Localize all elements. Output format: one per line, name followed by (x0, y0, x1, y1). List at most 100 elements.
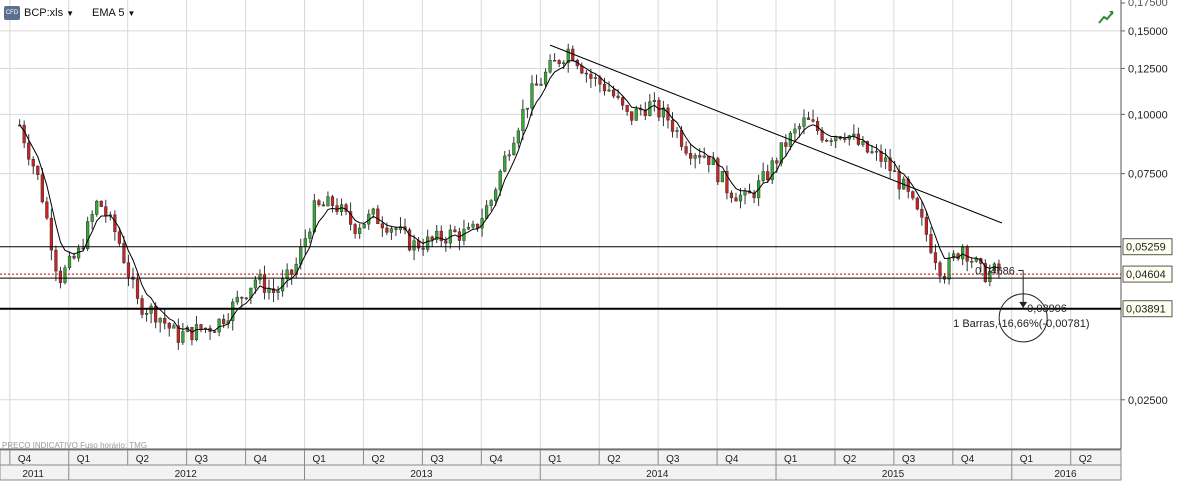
candle-body (593, 77, 598, 79)
symbol-selector[interactable]: BCP:xls ▼ (24, 7, 74, 19)
candle-body (861, 141, 865, 145)
candle-body (811, 119, 815, 122)
x-year-label: 2014 (646, 469, 669, 480)
candle-body (933, 252, 938, 264)
y-tick-label-partial: 0,17500 (1128, 0, 1168, 9)
candle-body (86, 221, 90, 249)
chevron-down-icon: ▼ (66, 8, 75, 18)
candle-body (190, 326, 194, 341)
candle-body (240, 296, 244, 299)
chart-root: 0,02500 0,07500 0,10000 0,12500 0,15000 0,175… (0, 0, 1197, 481)
measure-result-label: 1 Barras,-16,66%(-0,00781) (953, 318, 1089, 330)
candle-body (947, 257, 951, 280)
candle-body (466, 226, 471, 230)
y-tick-label: 0,12500 (1128, 63, 1168, 75)
candle-body (698, 155, 702, 158)
candle-body (589, 73, 593, 79)
x-quarter-label: Q1 (313, 454, 327, 465)
candle-body (45, 201, 49, 219)
candle-body (95, 200, 99, 215)
x-year-label: 2013 (410, 469, 433, 480)
candle-body (117, 231, 121, 244)
candle-body (734, 197, 738, 202)
candle-body (611, 89, 616, 97)
candle-body (421, 247, 425, 250)
candle-body (775, 160, 779, 164)
candle-body (412, 240, 416, 251)
candle-body (58, 270, 63, 283)
candle-body (362, 223, 366, 229)
candle-body (163, 317, 167, 324)
y-tick-label: 0,10000 (1128, 109, 1168, 121)
candle-body (321, 204, 326, 207)
candle-body (915, 197, 919, 210)
candle-body (326, 196, 330, 207)
candle-body (784, 142, 788, 147)
candle-body (90, 214, 94, 222)
candle-body (262, 274, 267, 293)
candle-body (172, 325, 176, 329)
x-quarter-label: Q3 (430, 454, 444, 465)
x-quarter-label: Q3 (195, 454, 209, 465)
candle-body (965, 246, 969, 262)
candle-body (498, 171, 502, 191)
candle-body (99, 200, 103, 207)
price-box-label: 0,04604 (1126, 269, 1166, 281)
chart-toolbar: CFD BCP:xls ▼ EMA 5 ▼ (4, 6, 149, 20)
candle-body (72, 255, 76, 259)
x-quarter-label: Q2 (371, 454, 385, 465)
candle-body (308, 231, 312, 239)
candle-body (562, 62, 566, 65)
x-quarter-label: Q1 (77, 454, 91, 465)
candle-body (167, 322, 171, 329)
chevron-down-icon: ▼ (127, 8, 136, 18)
candle-body (553, 60, 557, 62)
candle-body (525, 107, 530, 110)
candle-body (970, 260, 974, 263)
candle-body (471, 223, 475, 228)
candle-body (720, 171, 724, 183)
candle-body (652, 99, 656, 102)
x-quarter-label: Q4 (254, 454, 268, 465)
candle-body (539, 83, 543, 86)
candle-body (806, 117, 811, 120)
candle-body (852, 133, 856, 136)
candle-body (158, 317, 162, 323)
candle-body (385, 227, 389, 233)
candle-body (222, 318, 226, 325)
candle-body (36, 165, 40, 175)
candle-body (530, 83, 534, 109)
candle-body (63, 267, 67, 283)
candle-body (630, 111, 634, 121)
footer-note: PRECO INDICATIVO Fuso horário: TMG (2, 441, 148, 450)
candle-body (911, 191, 915, 199)
candle-body (738, 194, 743, 202)
candle-body (199, 324, 203, 330)
price-box-label: 0,03891 (1126, 304, 1166, 316)
candle-body (521, 109, 525, 132)
symbol-label: BCP:xls (24, 7, 64, 19)
candle-body (797, 126, 802, 130)
candle-body (689, 153, 693, 159)
candle-body (54, 249, 58, 272)
candle-body (512, 142, 516, 155)
candle-body (616, 95, 620, 98)
x-quarter-label: Q1 (548, 454, 562, 465)
candle-body (126, 262, 131, 278)
candle-body (317, 200, 321, 206)
measure-from-label: 0,04686 (975, 265, 1015, 277)
candle-body (303, 238, 307, 247)
candle-body (217, 318, 221, 333)
candle-body (194, 324, 199, 341)
y-tick-label: 0,15000 (1128, 26, 1168, 38)
indicator-label: EMA 5 (92, 7, 125, 19)
y-tick-label: 0,02500 (1128, 395, 1168, 407)
x-quarter-label: Q4 (18, 454, 32, 465)
price-box-label: 0,05259 (1126, 242, 1166, 254)
trend-chart-icon[interactable] (1098, 9, 1114, 25)
indicator-selector[interactable]: EMA 5 ▼ (92, 7, 135, 19)
candle-body (693, 155, 697, 159)
cfd-icon: CFD (4, 6, 20, 20)
candle-body (874, 150, 879, 153)
candle-body (426, 236, 430, 250)
